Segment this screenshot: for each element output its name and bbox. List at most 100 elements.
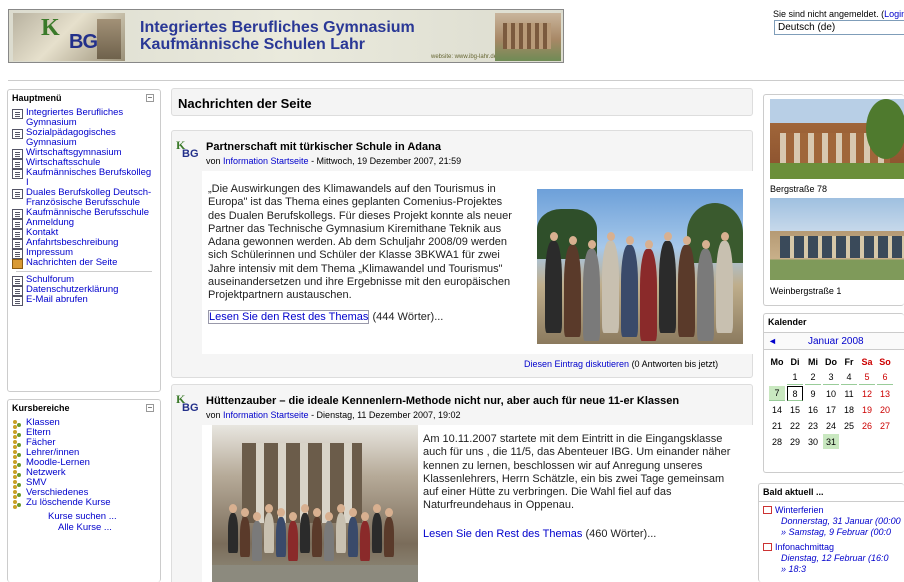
sidebar-item[interactable]: Sozialpädagogisches Gymnasium	[12, 128, 156, 148]
post-photo-group	[212, 425, 418, 582]
calendar-day[interactable]: 29	[787, 434, 803, 449]
calendar-day[interactable]: 28	[769, 434, 785, 449]
calendar-day[interactable]: 5	[859, 370, 875, 385]
person-figure	[621, 236, 638, 337]
page-title: Nachrichten der Seite	[171, 88, 753, 116]
person-figure	[659, 232, 676, 333]
calendar-day[interactable]: 22	[787, 418, 803, 433]
news-icon	[12, 259, 23, 269]
calendar-day[interactable]: 16	[805, 402, 821, 417]
person-figure	[545, 232, 562, 333]
sidebar-item[interactable]: Duales Berufskolleg Deutsch-Französische…	[12, 188, 156, 208]
post-text-line: auf einer Hütte zu verbringen. Die Wahl …	[423, 486, 672, 499]
calendar-grid: Mo Di Mi Do Fr Sa So 1 2 3 4 5 6 7 8 9 10 11 12 13 14 15 16 17 1…	[767, 353, 895, 450]
calendar-day[interactable]: 9	[805, 386, 821, 401]
site-banner[interactable]: K BG Integriertes Berufliches Gymnasium K…	[8, 9, 564, 63]
sidebar-item[interactable]: Kaufmännisches Berufskolleg I	[12, 168, 156, 188]
search-courses-link[interactable]: Kurse suchen ...	[48, 511, 160, 522]
calendar-day[interactable]: 20	[877, 402, 893, 417]
calendar-day[interactable]: 15	[787, 402, 803, 417]
sidebar-item[interactable]: Nachrichten der Seite	[12, 257, 156, 269]
calendar-day[interactable]: 11	[841, 386, 857, 401]
event-date[interactable]: » Samstag, 9 Februar (00:0	[763, 527, 904, 538]
sidebar-item[interactable]: E-Mail abrufen	[12, 295, 156, 306]
person-figure	[252, 512, 262, 561]
calendar-day[interactable]: 24	[823, 418, 839, 433]
event-date[interactable]: Donnerstag, 31 Januar (00:00	[763, 516, 904, 527]
calendar-day[interactable]: 2	[805, 370, 821, 385]
upcoming-events-block: Bald aktuell ... Winterferien Donnerstag,…	[758, 483, 904, 582]
event-date[interactable]: » 18:3	[763, 564, 904, 575]
calendar-day[interactable]: 3	[823, 370, 839, 385]
author-avatar[interactable]: K BG	[176, 138, 199, 162]
building-photo[interactable]	[770, 99, 904, 179]
calendar-day[interactable]: 10	[823, 386, 839, 401]
building-photo[interactable]	[770, 198, 904, 280]
calendar-day[interactable]: 30	[805, 434, 821, 449]
event-link[interactable]: Infonachmittag	[775, 542, 834, 552]
category-icon	[12, 499, 23, 509]
banner-school-photo	[495, 13, 561, 61]
banner-subtitle: Kaufmännische Schulen Lahr	[140, 36, 365, 53]
author-link[interactable]: Information Startseite	[223, 410, 309, 420]
person-figure	[348, 508, 358, 557]
event-date[interactable]: Dienstag, 12 Februar (16:0	[763, 553, 904, 564]
person-figure	[564, 236, 581, 337]
calendar-day[interactable]: 17	[823, 402, 839, 417]
course-category-label: Zu löschende Kurse	[26, 497, 111, 508]
calendar-day[interactable]: 31	[823, 434, 839, 449]
sidebar-item[interactable]: Integriertes Berufliches Gymnasium	[12, 108, 156, 128]
photos-block: Bergstraße 78 Weinbergstraße 1	[763, 94, 904, 306]
author-link[interactable]: Information Startseite	[223, 156, 309, 166]
person-figure	[324, 512, 334, 561]
calendar-day[interactable]: 4	[841, 370, 857, 385]
person-figure	[602, 232, 619, 333]
banner-title: Integriertes Berufliches Gymnasium	[140, 19, 415, 36]
read-more-link[interactable]: Lesen Sie den Rest des Themas	[423, 528, 582, 540]
calendar-day[interactable]: 12	[859, 386, 875, 401]
discuss-link[interactable]: Diesen Eintrag diskutieren	[524, 359, 629, 369]
calendar-month[interactable]: Januar 2008	[808, 336, 864, 347]
person-figure	[228, 504, 238, 553]
calendar-day[interactable]: 18	[841, 402, 857, 417]
person-figure	[264, 504, 274, 553]
login-link[interactable]: Login	[884, 9, 904, 19]
read-more-link[interactable]: Lesen Sie den Rest des Themas	[208, 310, 370, 324]
collapse-icon[interactable]: –	[146, 94, 154, 102]
sidebar-item-label: Duales Berufskolleg Deutsch-Französische…	[26, 187, 152, 208]
author-avatar[interactable]: K BG	[176, 392, 199, 416]
calendar-day[interactable]: 26	[859, 418, 875, 433]
all-courses-link[interactable]: Alle Kurse ...	[48, 522, 160, 533]
prev-month-arrow-icon[interactable]: ◄	[768, 336, 777, 346]
photo-caption: Weinbergstraße 1	[770, 286, 842, 296]
post-text-line: Jahre intensiv mit dem Thema „Klimawande…	[208, 262, 503, 275]
calendar-day[interactable]: 1	[787, 370, 803, 385]
calendar-block: Kalender ◄ Januar 2008 Mo Di Mi Do Fr Sa So 1 2 3…	[763, 313, 904, 473]
news-post: K BG Partnerschaft mit türkischer Schule …	[171, 130, 753, 378]
sidebar-item-label: Nachrichten der Seite	[26, 257, 118, 268]
collapse-icon[interactable]: –	[146, 404, 154, 412]
upcoming-event: Infonachmittag Dienstag, 12 Februar (16:0…	[759, 542, 904, 575]
calendar-day[interactable]: 27	[877, 418, 893, 433]
language-select[interactable]: Deutsch (de)	[774, 20, 904, 35]
calendar-day[interactable]: 7	[769, 386, 785, 401]
calendar-day[interactable]: 14	[769, 402, 785, 417]
weekday-header: Mi	[808, 356, 818, 367]
document-icon	[12, 109, 23, 119]
calendar-day[interactable]: 6	[877, 370, 893, 385]
calendar-day[interactable]: 13	[877, 386, 893, 401]
ibg-logo: K BG	[13, 13, 125, 61]
course-category[interactable]: Zu löschende Kurse	[12, 498, 156, 508]
event-link[interactable]: Winterferien	[775, 505, 824, 515]
calendar-day[interactable]: 19	[859, 402, 875, 417]
calendar-day[interactable]: 21	[769, 418, 785, 433]
post-text: „Die Auswirkungen des Klimawandels auf d…	[208, 183, 528, 303]
calendar-day[interactable]: 23	[805, 418, 821, 433]
person-figure	[360, 512, 370, 561]
weekday-header: Di	[790, 356, 800, 367]
calendar-event-icon	[763, 506, 772, 514]
main-menu-title: Hauptmenü	[12, 93, 62, 103]
upcoming-title: Bald aktuell ...	[763, 487, 824, 497]
calendar-day[interactable]: 8	[787, 386, 803, 401]
calendar-day[interactable]: 25	[841, 418, 857, 433]
